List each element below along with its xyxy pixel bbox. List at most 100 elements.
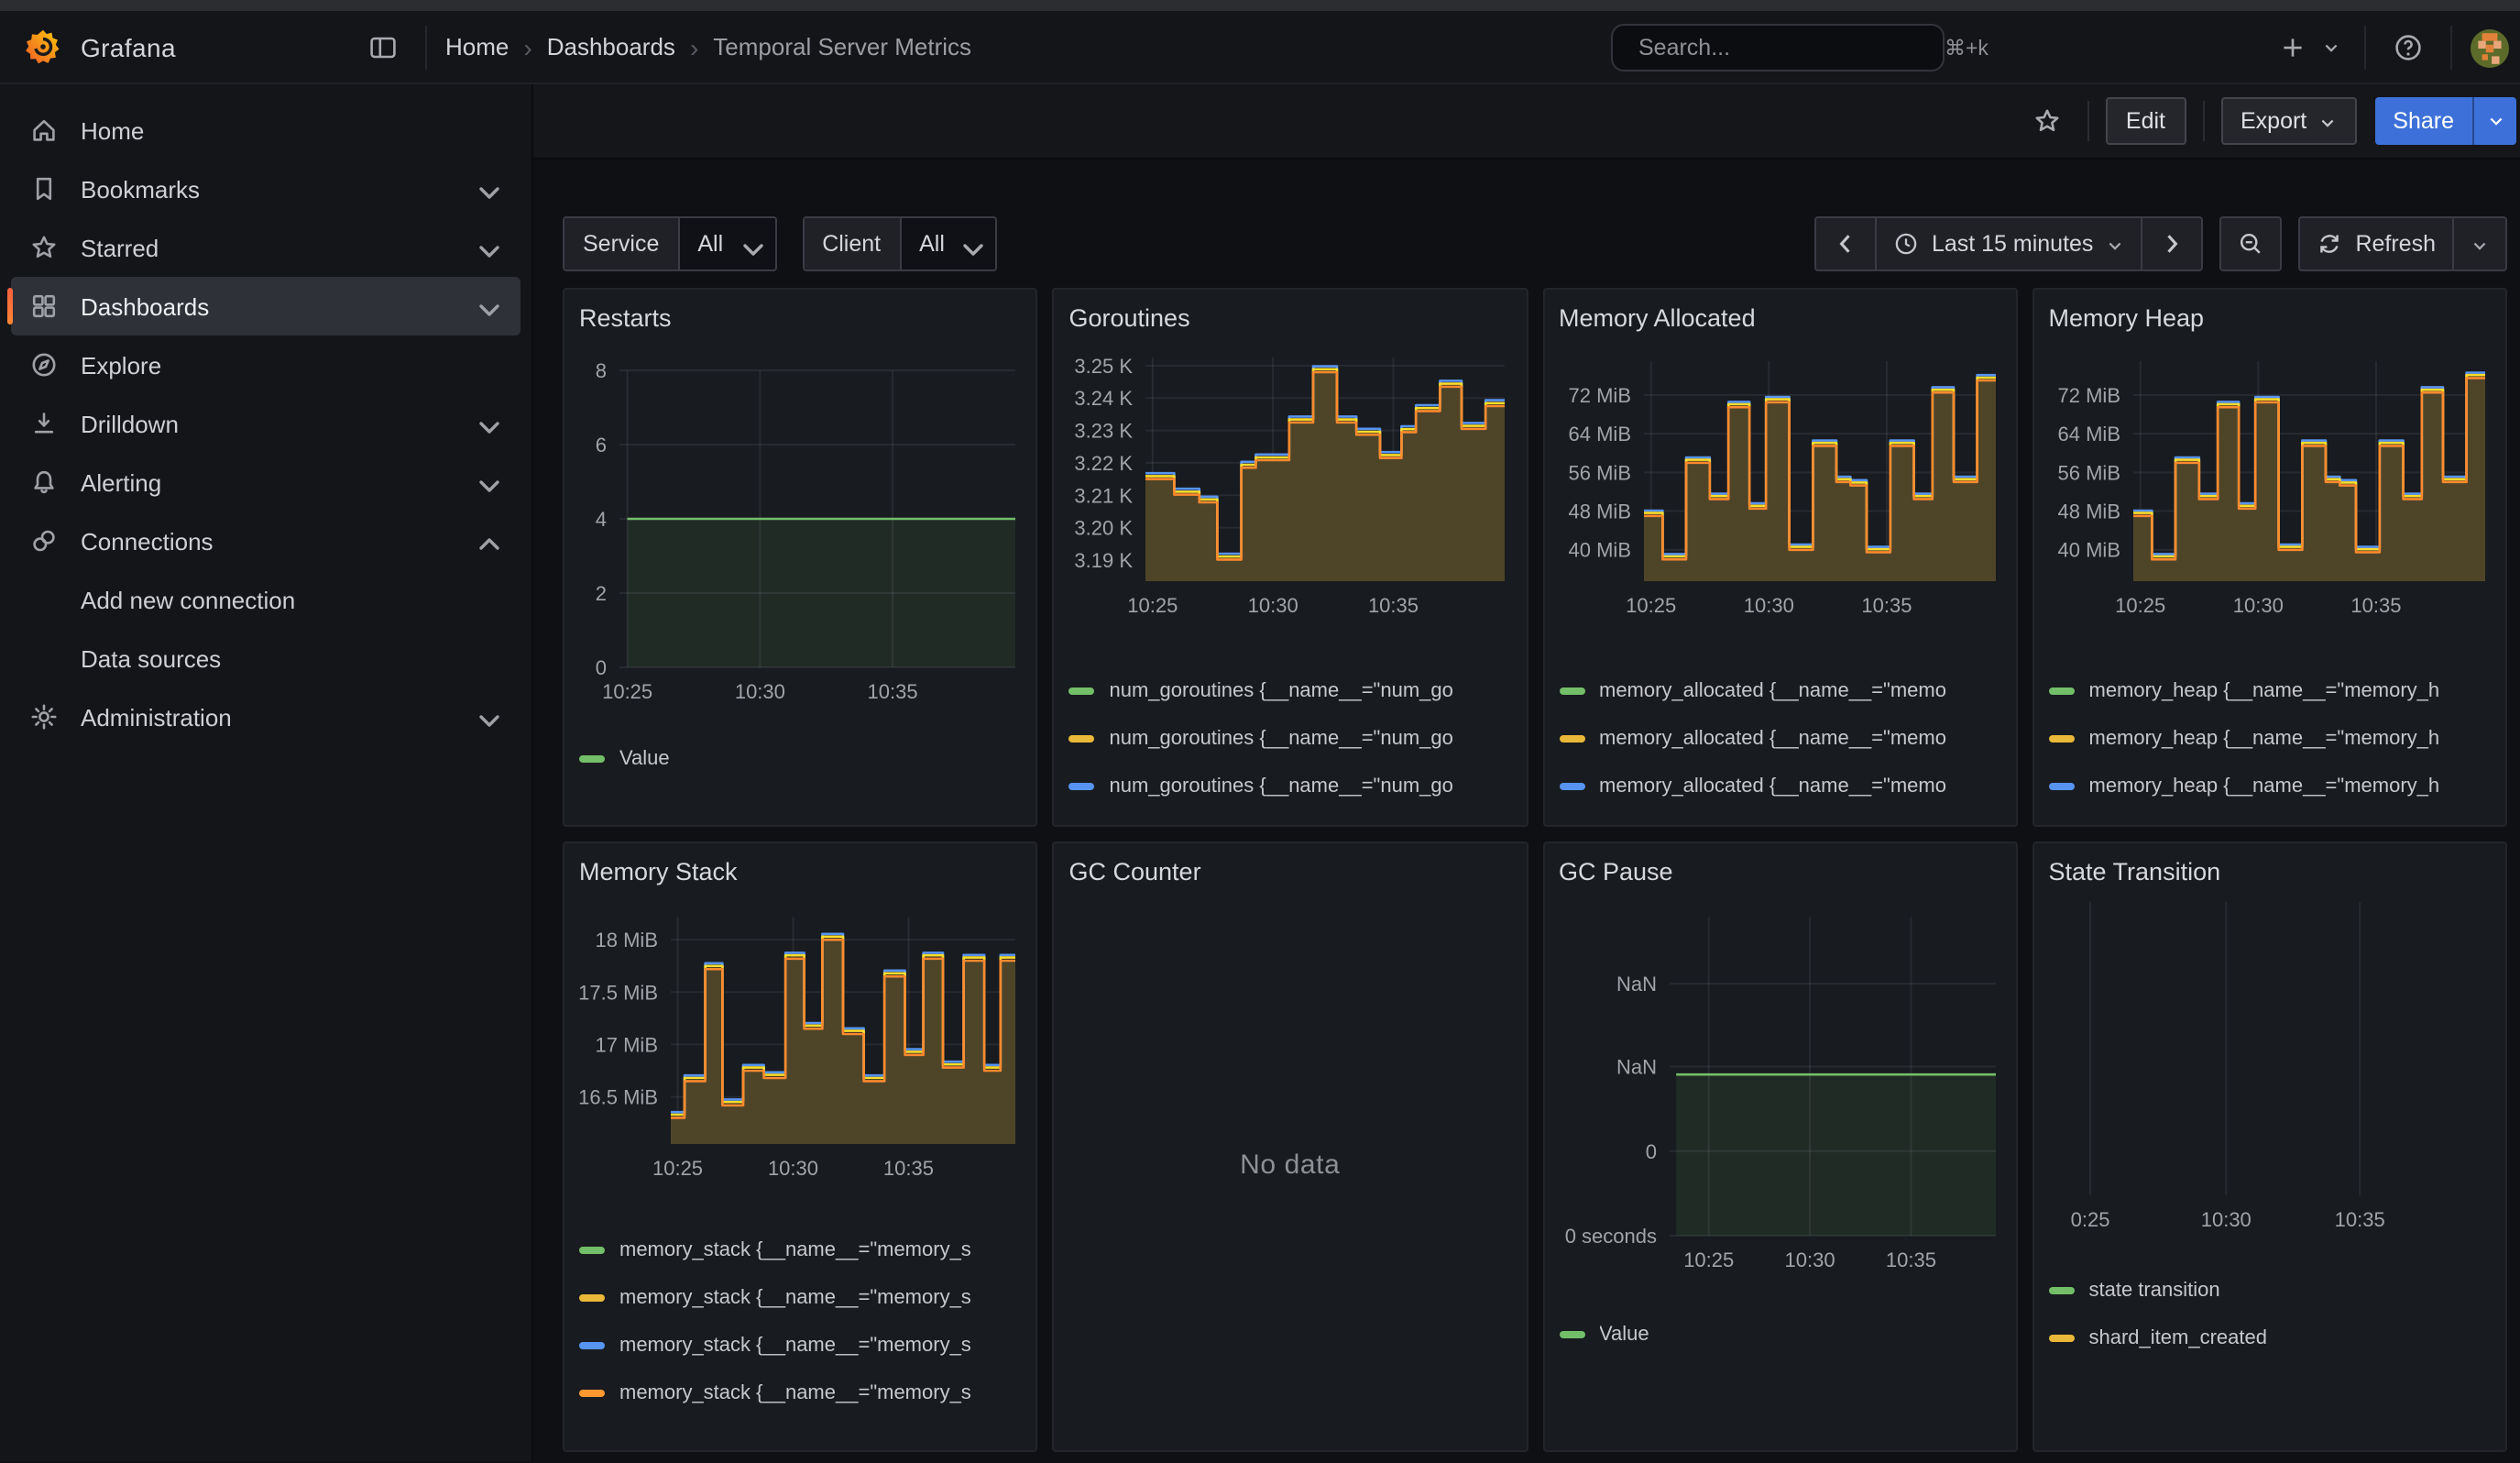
sidebar-item-home[interactable]: Home xyxy=(11,101,520,160)
legend-series-label[interactable]: memory_allocated {__name__="memo xyxy=(1599,680,1946,702)
legend-series-marker[interactable] xyxy=(1069,688,1095,695)
sidebar-item-starred[interactable]: Starred xyxy=(11,218,520,277)
legend-series-marker[interactable] xyxy=(1559,735,1584,742)
search-input[interactable] xyxy=(1638,35,1934,60)
time-forward-button[interactable] xyxy=(2142,216,2203,271)
chevron-down-icon[interactable] xyxy=(475,471,497,493)
legend-series-label[interactable]: num_goroutines {__name__="num_go xyxy=(1110,728,1453,750)
legend-series-label[interactable]: memory_heap {__name__="memory_h xyxy=(2089,776,2440,798)
chevron-down-icon[interactable] xyxy=(475,178,497,200)
legend-series-marker[interactable] xyxy=(1559,783,1584,790)
sidebar-item-connections[interactable]: Connections xyxy=(11,512,520,570)
zoom-out-button[interactable] xyxy=(2219,216,2282,271)
sidebar-item-bookmarks[interactable]: Bookmarks xyxy=(11,160,520,218)
legend-series-marker[interactable] xyxy=(2049,688,2075,695)
chevron-down-icon[interactable] xyxy=(475,706,497,728)
legend-series-marker[interactable] xyxy=(579,1390,605,1397)
legend-item[interactable]: num_goroutines {__name__="num_go xyxy=(1069,763,1512,810)
chevron-down-icon[interactable] xyxy=(475,412,497,434)
legend-item[interactable]: state transition xyxy=(2049,1267,2492,1314)
legend-series-label[interactable]: num_goroutines {__name__="num_go xyxy=(1110,680,1453,702)
grafana-logo[interactable] xyxy=(24,28,62,66)
user-avatar[interactable] xyxy=(2471,28,2509,67)
legend-series-label[interactable]: memory_allocated {__name__="memo xyxy=(1599,728,1946,750)
search-box[interactable]: ⌘+k xyxy=(1611,24,1945,72)
legend-item[interactable]: memory_allocated {__name__="memo xyxy=(1559,763,2001,810)
legend-series-label[interactable]: state transition xyxy=(2089,1280,2220,1302)
legend-series-marker[interactable] xyxy=(2049,783,2075,790)
export-button[interactable]: Export xyxy=(2220,97,2356,145)
legend-item[interactable]: memory_stack {__name__="memory_s xyxy=(579,1370,1022,1417)
legend-series-marker[interactable] xyxy=(579,755,605,763)
time-range-picker[interactable]: Last 15 minutes xyxy=(1877,216,2143,271)
breadcrumb-dashboards[interactable]: Dashboards xyxy=(547,33,675,60)
legend-series-marker[interactable] xyxy=(1069,783,1095,790)
legend-item[interactable]: memory_stack {__name__="memory_s xyxy=(579,1274,1022,1322)
legend-series-label[interactable]: memory_stack {__name__="memory_s xyxy=(619,1382,971,1404)
variable-value[interactable]: All xyxy=(679,218,774,270)
legend-item[interactable]: memory_allocated {__name__="memo xyxy=(1559,715,2001,763)
panel-title[interactable]: Memory Stack xyxy=(579,858,1022,895)
sidebar-item-administration[interactable]: Administration xyxy=(11,688,520,746)
legend-series-label[interactable]: memory_allocated {__name__="memo xyxy=(1599,776,1946,798)
panel-title[interactable]: Goroutines xyxy=(1069,304,1512,332)
legend-series-marker[interactable] xyxy=(1559,688,1584,695)
legend-item[interactable]: Value xyxy=(579,735,1022,783)
legend-series-label[interactable]: memory_stack {__name__="memory_s xyxy=(619,1287,971,1309)
legend-series-label[interactable]: memory_stack {__name__="memory_s xyxy=(619,1335,971,1357)
sidebar-item-add-new-connection[interactable]: Add new connection xyxy=(11,570,520,629)
refresh-button[interactable]: Refresh xyxy=(2298,216,2454,271)
legend-series-marker[interactable] xyxy=(1069,735,1095,742)
legend-item[interactable]: shard_item_created xyxy=(2049,1314,2492,1362)
sidebar-toggle-icon[interactable] xyxy=(359,23,407,71)
add-new-button[interactable] xyxy=(2269,24,2317,72)
variable-client[interactable]: ClientAll xyxy=(802,216,998,271)
legend-series-label[interactable]: memory_heap {__name__="memory_h xyxy=(2089,728,2440,750)
sidebar-item-drilldown[interactable]: Drilldown xyxy=(11,394,520,453)
share-button[interactable]: Share xyxy=(2374,97,2472,145)
legend-item[interactable]: memory_stack {__name__="memory_s xyxy=(579,1226,1022,1274)
legend-series-marker[interactable] xyxy=(579,1247,605,1254)
help-icon[interactable] xyxy=(2384,24,2432,72)
legend-item[interactable]: memory_heap {__name__="memory_h xyxy=(2049,763,2492,810)
panel-title[interactable]: Memory Allocated xyxy=(1559,304,2001,332)
legend-series-marker[interactable] xyxy=(579,1342,605,1349)
share-chevron-icon[interactable] xyxy=(2472,97,2516,145)
legend-series-label[interactable]: Value xyxy=(1599,1324,1649,1346)
legend-item[interactable]: num_goroutines {__name__="num_go xyxy=(1069,667,1512,715)
legend-item[interactable]: memory_heap {__name__="memory_h xyxy=(2049,715,2492,763)
panel-title[interactable]: State Transition xyxy=(2049,858,2492,895)
add-new-chevron-icon[interactable] xyxy=(2317,24,2346,72)
chevron-down-icon[interactable] xyxy=(475,295,497,317)
chevron-up-icon[interactable] xyxy=(475,530,497,552)
legend-series-label[interactable]: shard_item_created xyxy=(2089,1327,2267,1349)
refresh-interval-chevron[interactable] xyxy=(2454,216,2507,271)
panel-title[interactable]: Restarts xyxy=(579,304,1022,341)
legend-series-marker[interactable] xyxy=(579,1294,605,1302)
chevron-down-icon[interactable] xyxy=(475,236,497,258)
sidebar-item-alerting[interactable]: Alerting xyxy=(11,453,520,512)
legend-series-marker[interactable] xyxy=(2049,735,2075,742)
legend-item[interactable]: memory_stack {__name__="memory_s xyxy=(579,1322,1022,1370)
brand-name[interactable]: Grafana xyxy=(81,32,176,61)
variable-service[interactable]: ServiceAll xyxy=(563,216,776,271)
legend-series-marker[interactable] xyxy=(2049,1287,2075,1294)
panel-title[interactable]: Memory Heap xyxy=(2049,304,2492,332)
legend-item[interactable]: Value xyxy=(1559,1311,2001,1358)
legend-item[interactable]: memory_allocated {__name__="memo xyxy=(1559,667,2001,715)
legend-item[interactable]: num_goroutines {__name__="num_go xyxy=(1069,715,1512,763)
legend-series-label[interactable]: num_goroutines {__name__="num_go xyxy=(1110,776,1453,798)
sidebar-item-dashboards[interactable]: Dashboards xyxy=(11,277,520,336)
breadcrumb-home[interactable]: Home xyxy=(445,33,509,60)
sidebar-item-explore[interactable]: Explore xyxy=(11,336,520,394)
panel-title[interactable]: GC Counter xyxy=(1069,858,1512,895)
legend-series-label[interactable]: memory_heap {__name__="memory_h xyxy=(2089,680,2440,702)
time-back-button[interactable] xyxy=(1814,216,1877,271)
legend-series-label[interactable]: Value xyxy=(619,748,670,770)
variable-value[interactable]: All xyxy=(901,218,996,270)
panel-title[interactable]: GC Pause xyxy=(1559,858,2001,895)
favorite-star-icon[interactable] xyxy=(2023,97,2071,145)
legend-series-marker[interactable] xyxy=(1559,1331,1584,1338)
legend-item[interactable]: memory_heap {__name__="memory_h xyxy=(2049,667,2492,715)
sidebar-item-data-sources[interactable]: Data sources xyxy=(11,629,520,688)
